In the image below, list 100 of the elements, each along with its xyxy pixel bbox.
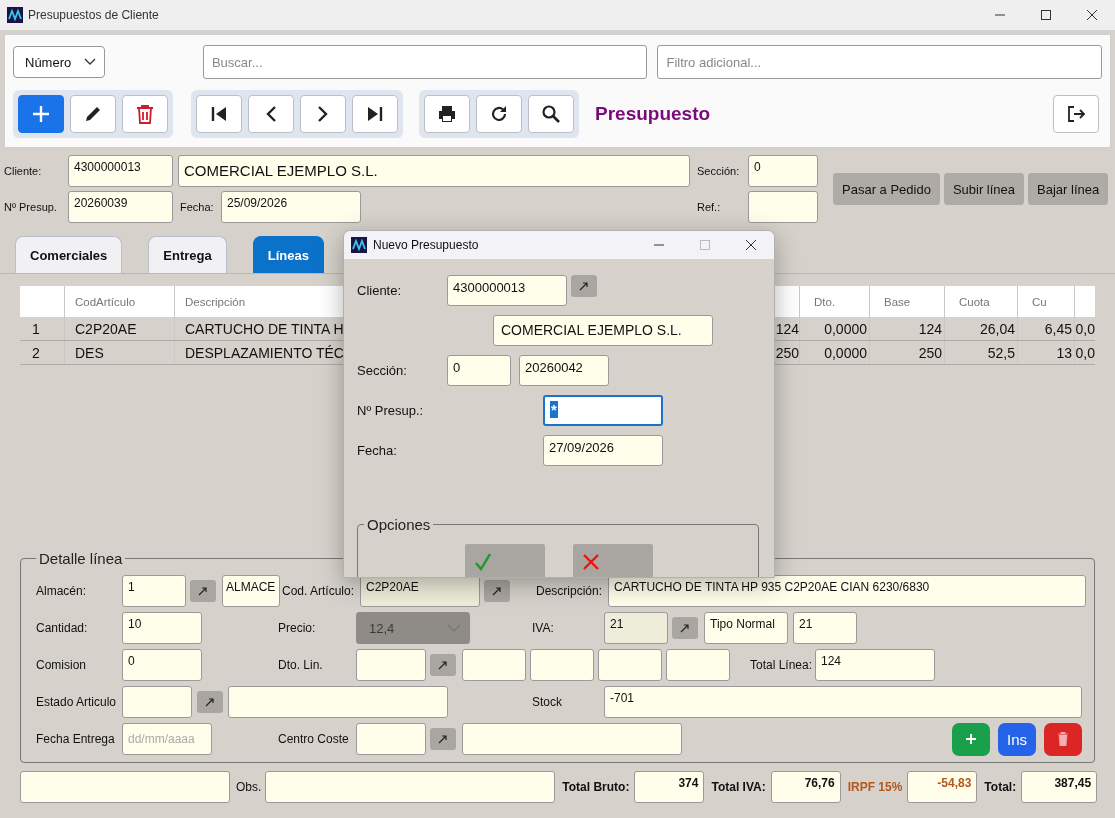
cancel-button[interactable] (573, 544, 653, 577)
field-label: Fecha Entrega (36, 732, 116, 746)
field-label: Sección: (357, 363, 408, 378)
client-code-field[interactable]: 4300000013 (68, 155, 173, 187)
previous-button[interactable] (248, 95, 294, 133)
lookup-button[interactable] (430, 654, 456, 676)
notes-field[interactable] (20, 771, 230, 803)
close-button[interactable] (1087, 10, 1097, 20)
logout-icon (1066, 104, 1086, 124)
delete-line-button[interactable] (1044, 722, 1082, 756)
tab[interactable]: Entrega (148, 236, 227, 273)
refresh-icon (489, 104, 509, 124)
trash-icon (136, 104, 154, 124)
field-label: Cliente: (357, 283, 403, 298)
next-button[interactable] (300, 95, 346, 133)
observations-field[interactable] (265, 771, 556, 803)
chevron-right-icon (317, 105, 329, 123)
client-name-field[interactable]: COMERCIAL EJEMPLO S.L. (493, 315, 713, 346)
close-button[interactable] (746, 240, 756, 250)
cost-center-name-field[interactable] (462, 723, 682, 755)
column-header: CodArtículo (65, 286, 175, 317)
action-button[interactable]: Pasar a Pedido (833, 173, 940, 205)
reference-field[interactable] (748, 191, 818, 223)
stock-field[interactable]: -701 (604, 686, 1082, 718)
cost-center-field[interactable] (356, 723, 426, 755)
action-button[interactable]: Subir línea (943, 173, 1025, 205)
group-legend: Opciones (364, 516, 434, 533)
quote-number-field[interactable]: 20260039 (68, 191, 173, 223)
delete-button[interactable] (122, 95, 168, 133)
checkmark-icon (475, 553, 491, 571)
quote-number-field[interactable]: * (543, 395, 663, 426)
new-button[interactable] (18, 95, 64, 133)
add-line-button[interactable] (952, 722, 990, 756)
field-label: Estado Articulo (36, 695, 118, 709)
date-field[interactable]: 25/09/2026 (221, 191, 361, 223)
printer-icon (437, 104, 457, 124)
last-record-button[interactable] (352, 95, 398, 133)
lookup-button[interactable] (571, 274, 597, 297)
quantity-field[interactable]: 10 (122, 612, 202, 644)
delivery-date-field[interactable]: dd/mm/aaaa (122, 723, 212, 755)
tab[interactable]: Líneas (252, 236, 324, 273)
form-heading: Presupuesto (595, 103, 711, 125)
section-field[interactable]: 0 (748, 155, 818, 187)
table-cell: 1 (20, 317, 65, 340)
refresh-button[interactable] (476, 95, 522, 133)
table-cell: 6,45 (1018, 317, 1075, 340)
quote-number-field[interactable]: 20260042 (519, 355, 609, 386)
panel-legend: Detalle línea (36, 550, 126, 567)
date-field[interactable]: 27/09/2026 (543, 435, 663, 466)
first-record-button[interactable] (196, 95, 242, 133)
dialog-title: Nuevo Presupuesto (373, 238, 479, 252)
sort-dropdown[interactable]: Número (13, 46, 105, 78)
description-field[interactable]: CARTUCHO DE TINTA HP 935 C2P20AE CIAN 6230/6830 (608, 575, 1086, 607)
discount-field[interactable] (666, 649, 730, 681)
client-name-field[interactable]: COMERCIAL EJEMPLO S.L. (178, 155, 690, 187)
action-button[interactable]: Bajar línea (1028, 173, 1109, 205)
vat-rate-field[interactable]: 21 (793, 612, 857, 644)
vat-code-field[interactable]: 21 (604, 612, 668, 644)
total-label: Total: (984, 780, 1017, 794)
field-label: Ref.: (697, 201, 722, 213)
lookup-button[interactable] (484, 580, 510, 602)
discount-field[interactable] (598, 649, 662, 681)
section-field[interactable]: 0 (447, 355, 511, 386)
discount-field[interactable] (462, 649, 526, 681)
total-label: IRPF 15% (847, 780, 903, 794)
column-header: Cu (1018, 286, 1075, 317)
app-logo-icon (7, 7, 23, 23)
client-code-field[interactable]: 4300000013 (447, 275, 567, 306)
exit-button[interactable] (1053, 95, 1099, 133)
lookup-button[interactable] (197, 691, 223, 713)
field-label: Dto. Lin. (278, 658, 324, 672)
insert-line-button[interactable]: Ins (998, 722, 1036, 756)
print-button[interactable] (424, 95, 470, 133)
warehouse-code-field[interactable]: 1 (122, 575, 186, 607)
discount-field[interactable] (356, 649, 426, 681)
field-label: Precio: (278, 621, 317, 635)
search-field[interactable]: Buscar... (202, 45, 648, 79)
warehouse-name-field[interactable]: ALMACE (222, 575, 280, 607)
filter-field[interactable]: Filtro adicional... (657, 45, 1102, 79)
field-label: Cantidad: (36, 621, 89, 635)
tab[interactable]: Comerciales (15, 236, 123, 273)
chevron-down-icon (83, 58, 96, 66)
item-status-field[interactable] (122, 686, 192, 718)
app-logo-icon (351, 237, 367, 253)
lookup-button[interactable] (190, 580, 216, 602)
edit-button[interactable] (70, 95, 116, 133)
discount-field[interactable] (530, 649, 594, 681)
maximize-button[interactable] (1041, 10, 1051, 20)
table-cell-text: 0,0 (1075, 343, 1095, 363)
field-label: Nº Presup. (4, 201, 58, 213)
lookup-button[interactable] (672, 617, 698, 639)
line-total-field[interactable]: 124 (815, 649, 935, 681)
field-label: Cliente: (4, 165, 43, 177)
window-title: Presupuestos de Cliente (28, 8, 159, 22)
search-button[interactable] (528, 95, 574, 133)
lookup-button[interactable] (430, 728, 456, 750)
close-icon (583, 554, 599, 570)
vat-type-field[interactable]: Tipo Normal (704, 612, 788, 644)
item-status-name-field[interactable] (228, 686, 448, 718)
commission-field[interactable]: 0 (122, 649, 202, 681)
